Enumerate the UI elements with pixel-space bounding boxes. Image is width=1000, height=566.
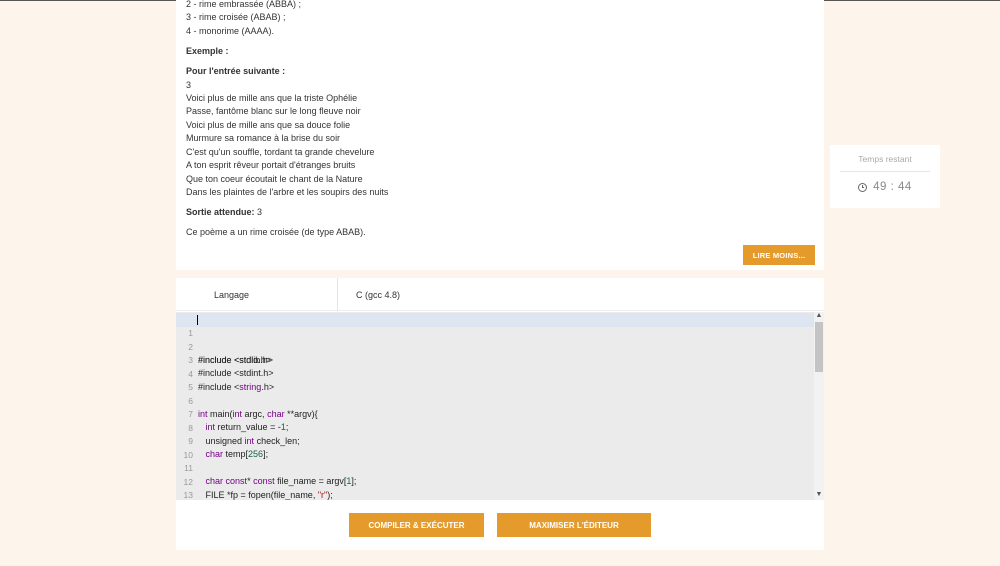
timer-label: Temps restant (858, 154, 912, 164)
language-divider (337, 278, 338, 311)
timer-row: 49 : 44 (830, 181, 940, 193)
timer-divider (840, 171, 930, 172)
text-caret (197, 315, 198, 325)
maximize-editor-button[interactable]: MAXIMISER L'ÉDITEUR (497, 513, 651, 537)
code-line[interactable]: 13 if (!fp) (176, 475, 816, 500)
clock-icon (858, 182, 868, 192)
input-line: Voici plus de mille ans que sa douce fol… (186, 120, 351, 130)
code-line[interactable]: 4 #include <string.h> (176, 354, 816, 393)
code-line[interactable]: 5 (176, 367, 816, 392)
input-line: Voici plus de mille ans que la triste Op… (186, 93, 358, 103)
input-line: 3 (186, 80, 192, 90)
timer-widget: Temps restant 49 : 44 (830, 145, 940, 208)
example-heading: Exemple : (186, 46, 229, 56)
code-line[interactable]: 3 #include <stdint.h> (176, 340, 816, 379)
code-line[interactable]: 12 FILE *fp = fopen(file_name, "r"); (176, 462, 816, 501)
code-line[interactable]: 8 unsigned int check_len; (176, 408, 816, 447)
expected-output: Sortie attendue: 3 (186, 206, 262, 219)
editor-scrollbar[interactable]: ▲ ▼ (814, 312, 824, 500)
code-line[interactable]: 6 int main(int argc, char **argv){ (176, 381, 816, 420)
language-label: Langage (214, 290, 250, 300)
input-line: A ton esprit rêveur portait d'étranges b… (186, 160, 356, 170)
problem-statement: 2 - rime embrassée (ABBA) ; 3 - rime cro… (176, 0, 824, 270)
scrollbar-thumb[interactable] (815, 322, 823, 372)
language-row: Langage C (gcc 4.8) (176, 278, 824, 311)
expected-output-label: Sortie attendue: (186, 207, 255, 217)
input-line: Passe, fantôme blanc sur le long fleuve … (186, 106, 361, 116)
rhyme-type-3: 3 - rime croisée (ABAB) ; (186, 12, 286, 22)
rhyme-type-4: 4 - monorime (AAAA). (186, 26, 275, 36)
code-line[interactable]: 9 char temp[256]; (176, 421, 816, 460)
explanation-text: Ce poème a un rime croisée (de type ABAB… (186, 227, 366, 237)
code-editor-panel: Langage C (gcc 4.8) 1 #include <stdio.h>… (176, 278, 824, 550)
timer-value: 49 : 44 (873, 181, 912, 193)
code-line[interactable]: 7 int return_value = -1; (176, 394, 816, 433)
expected-output-value: 3 (257, 207, 263, 217)
compile-run-button[interactable]: COMPILER & EXÉCUTER (349, 513, 484, 537)
input-line: Que ton coeur écoutait le chant de la Na… (186, 174, 363, 184)
rhyme-type-2: 2 - rime embrassée (ABBA) ; (186, 0, 302, 9)
read-less-button[interactable]: LIRE MOINS... (743, 245, 815, 265)
input-heading: Pour l'entrée suivante : (186, 66, 286, 76)
code-line[interactable]: 2 #include <stdlib.h> (176, 327, 816, 366)
code-line[interactable]: 11 char const* const file_name = argv[1]… (176, 448, 816, 487)
language-select[interactable]: C (gcc 4.8) (356, 290, 400, 300)
input-line: C'est qu'un souffle, tordant ta grande c… (186, 147, 375, 157)
chevron-down-icon[interactable]: ▼ (815, 491, 823, 499)
code-line[interactable]: 14 return -1; (176, 489, 816, 500)
code-line[interactable]: 1 #include <stdio.h> (176, 313, 816, 365)
code-editor[interactable]: 1 #include <stdio.h> 2 #include <stdlib.… (176, 312, 824, 500)
input-line: Murmure sa romance à la brise du soir (186, 133, 341, 143)
code-line[interactable]: 10 (176, 435, 816, 460)
chevron-up-icon[interactable]: ▲ (815, 312, 823, 320)
input-line: Dans les plaintes de l'arbre et les soup… (186, 187, 389, 197)
